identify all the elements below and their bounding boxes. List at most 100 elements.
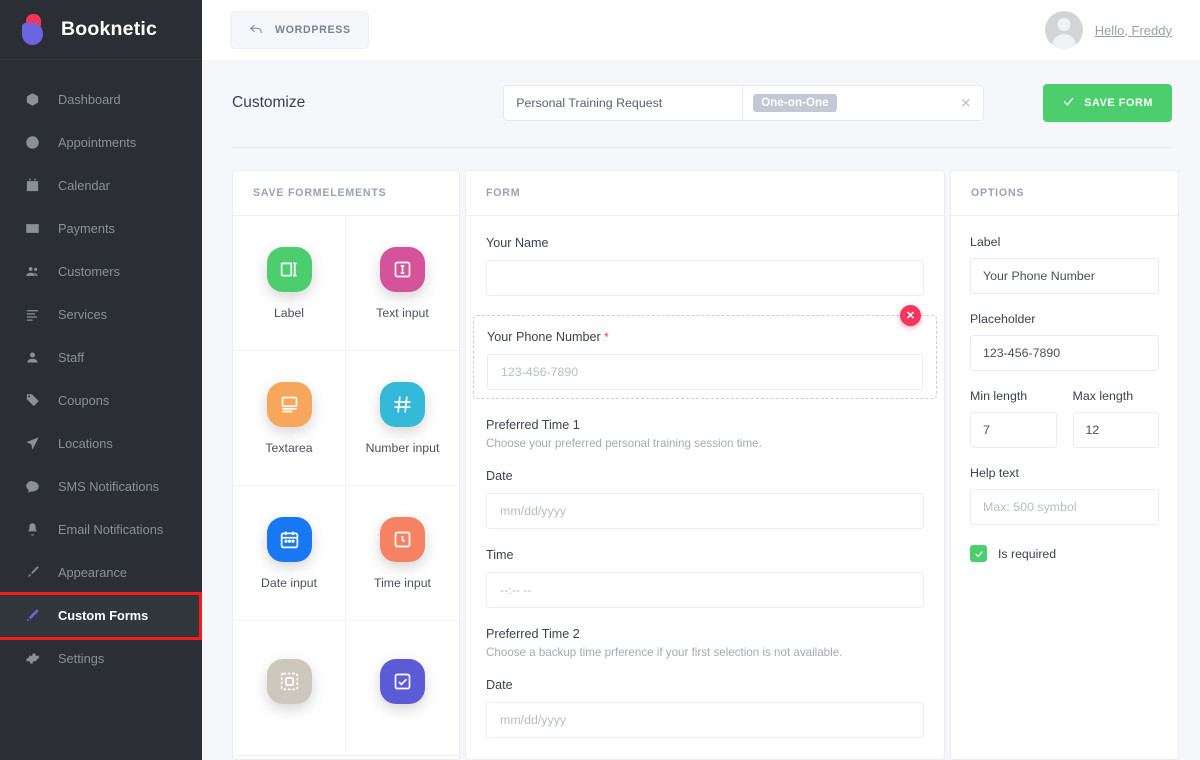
- form-panel: FORM Your Name ✕ Your Phone Number * 123…: [465, 170, 945, 760]
- wordpress-back-button[interactable]: WORDPRESS: [230, 11, 369, 49]
- page-title: Customize: [232, 94, 306, 111]
- sidebar-item-locations[interactable]: Locations: [0, 422, 202, 465]
- element-tile-label[interactable]: Label: [233, 216, 346, 351]
- form-field-your-name[interactable]: Your Name: [486, 236, 924, 296]
- sidebar-item-coupons[interactable]: Coupons: [0, 379, 202, 422]
- element-tile-select[interactable]: [233, 621, 346, 756]
- user-greeting-link[interactable]: Hello, Freddy: [1095, 23, 1172, 38]
- element-tile-number-input[interactable]: Number input: [346, 351, 459, 486]
- is-required-label: Is required: [998, 546, 1057, 561]
- textarea-icon: [266, 381, 312, 427]
- section-help-text: Choose a backup time prference if your f…: [486, 646, 843, 659]
- checkbox-icon: [380, 658, 425, 704]
- sidebar-item-settings[interactable]: Settings: [0, 637, 202, 680]
- clear-icon[interactable]: ✕: [960, 97, 971, 110]
- time-input-1[interactable]: [486, 572, 924, 608]
- user-icon: [24, 349, 41, 366]
- check-icon: [1062, 95, 1075, 111]
- element-tile-date-input[interactable]: Date input: [233, 486, 346, 621]
- max-length-input[interactable]: [1072, 412, 1159, 448]
- form-name-input[interactable]: [503, 85, 744, 121]
- element-tile-checkbox[interactable]: [346, 621, 459, 756]
- page-header: Customize One-on-One ✕ SAVE FORM: [202, 60, 1200, 122]
- sidebar-item-dashboard[interactable]: Dashboard: [0, 78, 202, 121]
- form-field-your-phone-number[interactable]: ✕ Your Phone Number *: [473, 305, 937, 399]
- calendar-icon: [24, 177, 41, 194]
- sidebar-item-label: Coupons: [58, 393, 110, 408]
- section-title: Preferred Time 2: [486, 627, 580, 641]
- panels-container: SAVE FORMELEMENTS Label Text input Texta…: [202, 148, 1200, 760]
- help-text-input[interactable]: [970, 489, 1159, 525]
- form-tag-select[interactable]: One-on-One ✕: [743, 85, 985, 121]
- sidebar-item-label: Appointments: [58, 135, 137, 150]
- delete-icon[interactable]: ✕: [900, 305, 921, 326]
- sidebar-item-services[interactable]: Services: [0, 293, 202, 336]
- help-text-title: Help text: [970, 466, 1019, 480]
- wordpress-button-label: WORDPRESS: [275, 24, 351, 36]
- sidebar-item-customers[interactable]: Customers: [0, 250, 202, 293]
- brush-icon: [24, 564, 41, 581]
- sidebar-item-label: Calendar: [58, 178, 110, 193]
- cube-icon: [24, 91, 41, 108]
- max-length-group: Max length: [1072, 389, 1159, 466]
- option-placeholder-input[interactable]: [970, 335, 1159, 371]
- back-arrow-icon: [248, 21, 264, 40]
- is-required-row[interactable]: Is required: [970, 545, 1159, 562]
- options-panel: OPTIONS Label Placeholder Min length Max…: [950, 170, 1179, 760]
- sidebar-item-appearance[interactable]: Appearance: [0, 551, 202, 594]
- sidebar-item-label: Payments: [58, 221, 115, 236]
- sidebar-item-label: Custom Forms: [58, 608, 149, 623]
- element-label: Date input: [260, 575, 318, 590]
- elements-grid: Label Text input Textarea Number input D…: [233, 216, 459, 756]
- form-field-time-1[interactable]: Time: [486, 548, 924, 608]
- sidebar-item-calendar[interactable]: Calendar: [0, 164, 202, 207]
- sidebar-item-payments[interactable]: Payments: [0, 207, 202, 250]
- min-length-input[interactable]: [970, 412, 1057, 448]
- required-star-icon: *: [604, 330, 609, 344]
- sidebar-item-sms-notifications[interactable]: SMS Notifications: [0, 465, 202, 508]
- sidebar-item-custom-forms[interactable]: Custom Forms: [0, 594, 202, 637]
- sidebar-item-label: Customers: [58, 264, 120, 279]
- magic-wand-icon: [24, 607, 41, 624]
- sidebar-item-label: Dashboard: [58, 92, 121, 107]
- form-field-date-1[interactable]: Date: [486, 469, 924, 529]
- sidebar-nav: Dashboard Appointments Calendar Payments…: [0, 60, 202, 680]
- your-name-input[interactable]: [486, 260, 924, 296]
- date-input-1[interactable]: [486, 493, 924, 529]
- field-label: Date: [486, 678, 513, 692]
- wallet-icon: [24, 220, 41, 237]
- element-tile-textarea[interactable]: Textarea: [233, 351, 346, 486]
- label-icon: [266, 246, 312, 292]
- save-form-button[interactable]: SAVE FORM: [1043, 84, 1172, 122]
- gear-icon: [24, 650, 41, 667]
- is-required-checkbox[interactable]: [970, 545, 987, 562]
- select-icon: [266, 658, 312, 704]
- field-label: Your Phone Number *: [487, 330, 923, 344]
- user-area[interactable]: Hello, Freddy: [1044, 11, 1172, 49]
- your-phone-number-input[interactable]: [487, 354, 923, 390]
- avatar-icon: [1044, 11, 1083, 49]
- elements-panel: SAVE FORMELEMENTS Label Text input Texta…: [232, 170, 460, 760]
- element-tile-text-input[interactable]: Text input: [346, 216, 459, 351]
- field-label: Date: [486, 469, 513, 483]
- sidebar-item-label: Staff: [58, 350, 85, 365]
- bell-icon: [24, 521, 41, 538]
- send-icon: [24, 435, 41, 452]
- min-length-title: Min length: [970, 389, 1028, 403]
- sidebar-item-appointments[interactable]: Appointments: [0, 121, 202, 164]
- sidebar-item-label: Email Notifications: [58, 522, 164, 537]
- option-label-input[interactable]: [970, 258, 1159, 294]
- form-section-preferred-time-2[interactable]: Preferred Time 2 Choose a backup time pr…: [486, 627, 924, 659]
- sidebar-item-staff[interactable]: Staff: [0, 336, 202, 379]
- form-section-preferred-time-1[interactable]: Preferred Time 1 Choose your preferred p…: [486, 418, 924, 450]
- element-tile-time-input[interactable]: Time input: [346, 486, 459, 621]
- form-field-date-2[interactable]: Date: [486, 678, 924, 738]
- elements-panel-heading: SAVE FORMELEMENTS: [233, 171, 459, 216]
- sidebar-item-label: Appearance: [58, 565, 128, 580]
- field-label: Your Name: [486, 236, 549, 250]
- sidebar-item-email-notifications[interactable]: Email Notifications: [0, 508, 202, 551]
- form-builder-body: Your Name ✕ Your Phone Number * Preferre…: [466, 216, 944, 759]
- element-label: Label: [273, 305, 305, 320]
- sidebar-item-label: SMS Notifications: [58, 479, 159, 494]
- date-input-2[interactable]: [486, 702, 924, 738]
